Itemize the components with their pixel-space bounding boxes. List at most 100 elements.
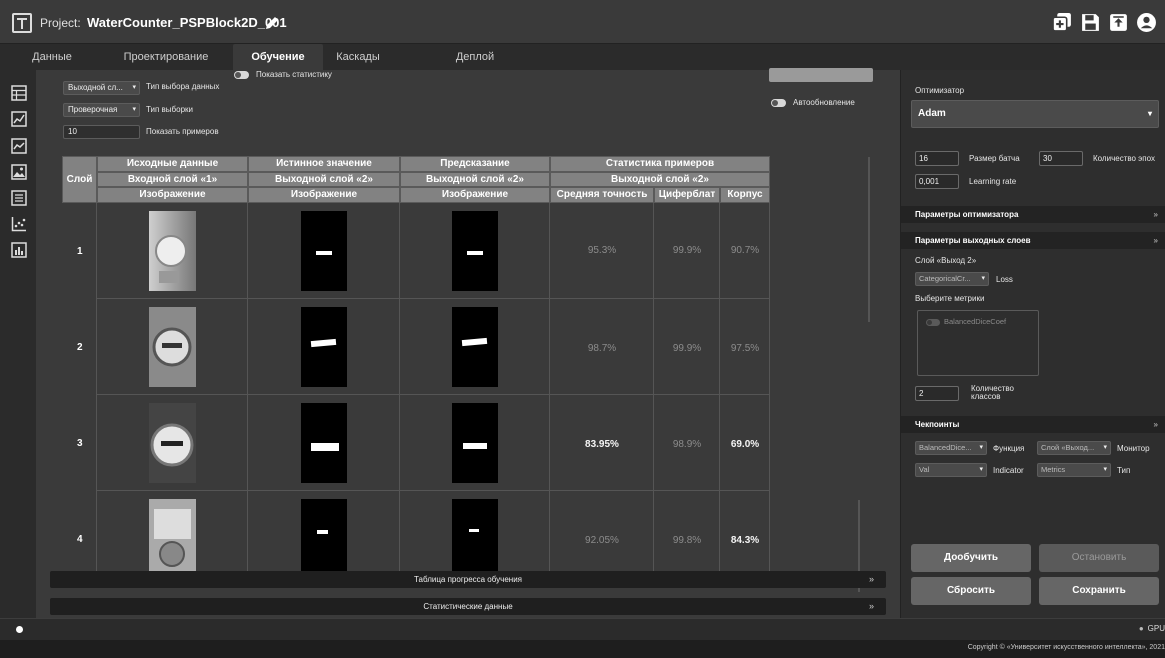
- line-chart-icon[interactable]: [11, 138, 27, 154]
- checkpoint-val-select[interactable]: Val ▾: [915, 463, 987, 477]
- training-progress-accordion[interactable]: Таблица прогресса обучения »: [50, 571, 886, 588]
- optimizer-select[interactable]: Adam ▾: [911, 100, 1159, 128]
- row-layer-number: 2: [77, 342, 83, 353]
- gpu-indicator: GPU: [1139, 624, 1165, 633]
- project-label: Project:: [40, 16, 81, 30]
- checkpoints-section[interactable]: Чекпоинты »: [901, 416, 1165, 433]
- source-image-header: Изображение: [97, 187, 248, 203]
- chevron-down-icon: ▾: [1103, 466, 1107, 473]
- save-icon[interactable]: [1080, 12, 1101, 33]
- true-mask-image: [301, 211, 347, 291]
- chevron-down-icon: ▾: [979, 444, 983, 451]
- checkpoint-monitor-select[interactable]: Слой «Выход... ▾: [1037, 441, 1111, 455]
- epochs-input[interactable]: 30: [1039, 151, 1083, 166]
- example-stats-header: Статистика примеров: [550, 156, 770, 172]
- input-layer-header: Входной слой «1»: [97, 172, 248, 187]
- true-image-header: Изображение: [248, 187, 400, 203]
- table-icon[interactable]: [11, 85, 27, 101]
- tab-data[interactable]: Данные: [22, 44, 82, 70]
- reset-button[interactable]: Сбросить: [911, 577, 1031, 605]
- true-mask-image: [301, 307, 347, 387]
- row-layer-number: 3: [77, 438, 83, 449]
- edit-icon[interactable]: [264, 15, 280, 31]
- sample-type-label: Тип выборки: [146, 105, 194, 114]
- autoupdate-label: Автообновление: [793, 98, 855, 107]
- chevron-down-icon: ▾: [1147, 109, 1152, 118]
- metric-name: BalancedDiceCoef: [944, 317, 1007, 326]
- epochs-label: Количество эпох: [1093, 154, 1155, 163]
- true-output-layer-header: Выходной слой «2»: [248, 172, 400, 187]
- dial-header: Циферблат: [654, 187, 720, 203]
- chevron-down-icon: »: [1153, 236, 1158, 245]
- row-layer-number: 1: [77, 246, 83, 257]
- tab-cascades[interactable]: Каскады: [328, 44, 388, 70]
- main-tabs: Данные Проектирование Обучение Каскады Д…: [0, 44, 900, 70]
- sample-type-select-value: Проверочная: [68, 105, 118, 114]
- tab-training[interactable]: Обучение: [233, 44, 323, 70]
- table-scrollbar[interactable]: [868, 157, 870, 322]
- source-meter-image: [149, 211, 196, 291]
- scatter-icon[interactable]: [11, 216, 27, 232]
- section-title: Параметры выходных слоев: [915, 236, 1031, 245]
- export-icon[interactable]: [1108, 12, 1129, 33]
- line-chart-icon[interactable]: [11, 111, 27, 127]
- batch-size-input[interactable]: 16: [915, 151, 959, 166]
- chevron-down-icon: ▾: [1103, 444, 1107, 451]
- loss-label: Loss: [996, 275, 1013, 284]
- checkpoint-type-select[interactable]: Metrics ▾: [1037, 463, 1111, 477]
- checkpoint-monitor-value: Слой «Выход...: [1041, 443, 1095, 452]
- statistics-accordion[interactable]: Статистические данные »: [50, 598, 886, 615]
- list-icon[interactable]: [11, 190, 27, 206]
- bar-chart-icon[interactable]: [11, 242, 27, 258]
- predicted-mask-image: [452, 403, 498, 483]
- learning-rate-input[interactable]: 0,001: [915, 174, 959, 189]
- continue-training-button[interactable]: Дообучить: [911, 544, 1031, 572]
- stop-button[interactable]: Остановить: [1039, 544, 1159, 572]
- checkpoint-function-select[interactable]: BalancedDice... ▾: [915, 441, 987, 455]
- image-icon[interactable]: [11, 164, 27, 180]
- output-layers-params-section[interactable]: Параметры выходных слоев »: [901, 232, 1165, 249]
- sample-type-select[interactable]: Проверочная ▾: [63, 103, 140, 117]
- classes-count-input[interactable]: 2: [915, 386, 959, 401]
- add-icon[interactable]: [1052, 12, 1073, 33]
- autoupdate-toggle[interactable]: [771, 99, 786, 107]
- body-accuracy-value: 90.7%: [730, 245, 760, 256]
- chevron-up-icon: »: [868, 601, 874, 611]
- loss-select-value: CategoricalCr...: [919, 274, 971, 283]
- function-label: Функция: [993, 444, 1025, 453]
- examples-count-input[interactable]: 10: [63, 125, 140, 139]
- metrics-label: Выберите метрики: [915, 294, 985, 303]
- true-mask-image: [301, 499, 347, 579]
- show-stats-toggle[interactable]: [234, 71, 249, 79]
- classes-count-label: Количество классов: [971, 384, 1014, 401]
- copyright-text: Copyright © «Университет искусственного …: [967, 644, 1165, 651]
- avg-accuracy-value: 92.05%: [585, 535, 619, 546]
- indicator-label: Indicator: [993, 466, 1024, 475]
- true-mask-image: [301, 403, 347, 483]
- data-type-select[interactable]: Выходной сл... ▾: [63, 81, 140, 95]
- optimizer-params-section[interactable]: Параметры оптимизатора »: [901, 206, 1165, 223]
- loss-select[interactable]: CategoricalCr... ▾: [915, 272, 989, 286]
- chevron-down-icon: ▾: [981, 275, 985, 282]
- chevron-down-icon: »: [1153, 420, 1158, 429]
- tab-deploy[interactable]: Деплой: [445, 44, 505, 70]
- right-panel-top-strip: [900, 44, 1165, 70]
- user-icon[interactable]: [1136, 12, 1157, 33]
- section-title: Параметры оптимизатора: [915, 210, 1019, 219]
- body-accuracy-value: 69.0%: [730, 439, 760, 450]
- source-meter-image: [149, 307, 196, 387]
- top-action-button[interactable]: [769, 68, 873, 82]
- show-stats-label: Показать статистику: [256, 70, 332, 79]
- checkpoint-function-value: BalancedDice...: [919, 443, 972, 452]
- training-params-panel: Оптимизатор Adam ▾ 16 Размер батча 30 Ко…: [900, 70, 1165, 618]
- chevron-down-icon: ▾: [132, 106, 136, 113]
- metric-checkbox[interactable]: [926, 319, 940, 326]
- data-type-select-value: Выходной сл...: [68, 83, 123, 92]
- status-indicator-icon: [16, 626, 23, 633]
- predicted-mask-image: [452, 211, 498, 291]
- batch-size-label: Размер батча: [969, 154, 1020, 163]
- body-accuracy-value: 97.5%: [730, 343, 760, 354]
- pred-output-layer-header: Выходной слой «2»: [400, 172, 550, 187]
- save-button[interactable]: Сохранить: [1039, 577, 1159, 605]
- tab-design[interactable]: Проектирование: [116, 44, 216, 70]
